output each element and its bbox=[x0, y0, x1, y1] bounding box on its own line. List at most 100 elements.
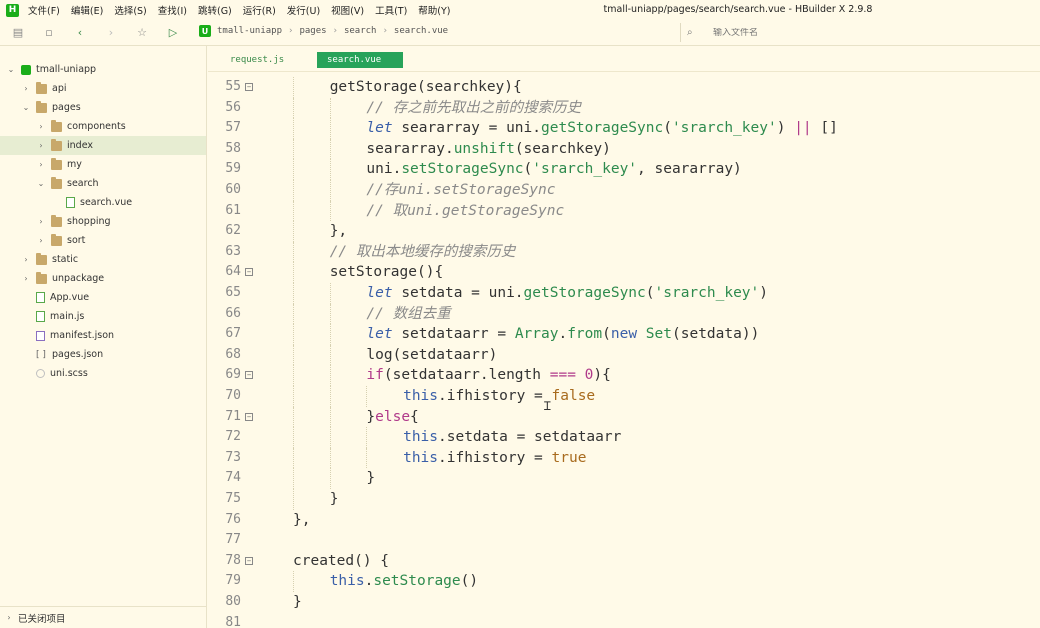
code-token: this bbox=[403, 429, 439, 446]
chevron-down-icon[interactable]: ⌄ bbox=[21, 103, 31, 112]
forward-icon[interactable]: › bbox=[103, 25, 119, 41]
tree-item-index[interactable]: › index bbox=[0, 136, 206, 155]
breadcrumb-item[interactable]: search.vue bbox=[394, 26, 448, 36]
code-line: 62}, bbox=[208, 221, 1040, 242]
new-file-icon[interactable]: ▤ bbox=[10, 25, 26, 41]
tree-item-static[interactable]: › static bbox=[0, 250, 206, 269]
save-icon[interactable]: ▫ bbox=[41, 25, 57, 41]
code-token: ) bbox=[776, 120, 795, 137]
code-text: }else{ bbox=[366, 407, 418, 428]
code-text: getStorage(searchkey){ bbox=[330, 77, 522, 98]
tree-item-label: search bbox=[67, 178, 99, 189]
code-token: 'srarch_key' bbox=[654, 285, 760, 301]
breadcrumb-item[interactable]: pages bbox=[299, 26, 326, 36]
tree-item-components[interactable]: › components bbox=[0, 117, 206, 136]
code-line: 80} bbox=[208, 592, 1040, 613]
indent-guide bbox=[293, 118, 294, 139]
code-editor[interactable]: Ɪ 55− getStorage(searchkey){56// 存之前先取出之前… bbox=[208, 72, 1040, 628]
breadcrumb-item[interactable]: search bbox=[344, 26, 377, 36]
tree-item-uni-scss[interactable]: uni.scss bbox=[0, 364, 206, 383]
tree-item-my[interactable]: › my bbox=[0, 155, 206, 174]
chevron-right-icon[interactable]: › bbox=[21, 274, 31, 283]
fold-toggle-icon[interactable]: − bbox=[245, 412, 253, 421]
chevron-down-icon[interactable]: ⌄ bbox=[6, 65, 16, 74]
fold-toggle-icon[interactable]: − bbox=[245, 371, 253, 380]
menu-find[interactable]: 查找(I) bbox=[158, 3, 187, 17]
tree-item-api[interactable]: › api bbox=[0, 79, 206, 98]
chevron-right-icon[interactable]: › bbox=[21, 84, 31, 93]
indent-guide bbox=[329, 386, 331, 407]
menu-goto[interactable]: 跳转(G) bbox=[198, 3, 232, 17]
indent-guide bbox=[293, 489, 294, 510]
menu-help[interactable]: 帮助(Y) bbox=[418, 3, 450, 17]
breadcrumb-item[interactable]: tmall-uniapp bbox=[217, 26, 282, 36]
code-line: 75} bbox=[208, 489, 1040, 510]
line-number: 78 bbox=[225, 552, 241, 568]
run-icon[interactable]: ▷ bbox=[165, 25, 181, 41]
code-token: getStorageSync bbox=[541, 120, 664, 137]
tree-item-label: manifest.json bbox=[50, 330, 115, 341]
menu-run[interactable]: 运行(R) bbox=[243, 3, 276, 17]
code-line: 67 let setdataarr = Array.from(new Set(se… bbox=[208, 324, 1040, 345]
line-number: 68 bbox=[225, 346, 241, 362]
indent-guide bbox=[329, 468, 331, 489]
project-icon bbox=[21, 64, 31, 75]
fold-toggle-icon[interactable]: − bbox=[245, 556, 253, 565]
tree-item-app-vue[interactable]: App.vue bbox=[0, 288, 206, 307]
indent-guide bbox=[293, 386, 294, 407]
line-number: 72 bbox=[225, 429, 241, 445]
menu-publish[interactable]: 发行(U) bbox=[287, 3, 320, 17]
menu-edit[interactable]: 编辑(E) bbox=[71, 3, 103, 17]
line-number: 76 bbox=[225, 511, 241, 527]
tree-item-manifest-json[interactable]: manifest.json bbox=[0, 326, 206, 345]
code-token: seararray = uni. bbox=[392, 120, 541, 137]
tab-request-js[interactable]: request.js bbox=[220, 52, 294, 68]
window-title: tmall-uniapp/pages/search/search.vue - H… bbox=[603, 4, 873, 15]
menu-select[interactable]: 选择(S) bbox=[114, 3, 146, 17]
menu-file[interactable]: 文件(F) bbox=[28, 3, 60, 17]
code-text: seararray.unshift(searchkey) bbox=[366, 139, 610, 160]
fold-toggle-icon[interactable]: − bbox=[245, 83, 253, 91]
chevron-right-icon[interactable]: › bbox=[36, 122, 46, 131]
chevron-down-icon[interactable]: ⌄ bbox=[36, 179, 46, 188]
fold-toggle-icon[interactable]: − bbox=[245, 268, 253, 277]
folder-icon bbox=[51, 233, 62, 246]
code-line: 68 log(setdataarr) bbox=[208, 344, 1040, 366]
back-icon[interactable]: ‹ bbox=[72, 25, 88, 41]
indent-guide bbox=[293, 200, 294, 222]
tree-item-shopping[interactable]: › shopping bbox=[0, 212, 206, 231]
indent-guide bbox=[293, 468, 294, 489]
chevron-right-icon[interactable]: › bbox=[36, 141, 46, 150]
file-search-box: ⌕ bbox=[680, 23, 1040, 42]
code-token: [] bbox=[811, 120, 838, 137]
code-text: uni.setStorageSync('srarch_key', seararr… bbox=[366, 159, 741, 180]
code-text: // 取出本地缓存的搜索历史 bbox=[330, 242, 516, 263]
tree-item-label: search.vue bbox=[80, 197, 133, 208]
tree-item-main-js[interactable]: main.js bbox=[0, 307, 206, 326]
favorite-icon[interactable]: ☆ bbox=[134, 25, 150, 41]
code-line: 71−}else{ bbox=[208, 406, 1040, 428]
code-token: ( bbox=[523, 161, 533, 178]
tree-item-unpackage[interactable]: › unpackage bbox=[0, 269, 206, 288]
project-icon: U bbox=[199, 25, 211, 37]
tree-item-pages-json[interactable]: [ ] pages.json bbox=[0, 345, 206, 364]
file-search-input[interactable] bbox=[713, 27, 913, 38]
menu-view[interactable]: 视图(V) bbox=[331, 3, 364, 17]
closed-projects[interactable]: › 已关闭项目 bbox=[0, 606, 206, 628]
tree-item-label: tmall-uniapp bbox=[36, 64, 97, 75]
tree-item-sort[interactable]: › sort bbox=[0, 231, 206, 250]
tree-item-search-vue[interactable]: search.vue bbox=[0, 193, 206, 212]
tree-item-pages[interactable]: ⌄ pages bbox=[0, 98, 206, 117]
menu-tools[interactable]: 工具(T) bbox=[375, 3, 407, 17]
menu-bar: H 文件(F) 编辑(E) 选择(S) 查找(I) 跳转(G) 运行(R) 发行… bbox=[0, 0, 1040, 20]
chevron-right-icon[interactable]: › bbox=[36, 160, 46, 169]
tab-search-vue[interactable]: search.vue bbox=[317, 52, 403, 68]
line-number: 70 bbox=[225, 388, 241, 403]
tree-item-search[interactable]: ⌄ search bbox=[0, 174, 206, 193]
chevron-right-icon[interactable]: › bbox=[36, 236, 46, 245]
tree-item-tmall-uniapp[interactable]: ⌄ tmall-uniapp bbox=[0, 60, 206, 79]
code-text: this.setStorage() bbox=[330, 571, 478, 592]
chevron-right-icon[interactable]: › bbox=[36, 217, 46, 226]
chevron-right-icon[interactable]: › bbox=[21, 255, 31, 264]
tree-item-label: shopping bbox=[67, 216, 111, 227]
